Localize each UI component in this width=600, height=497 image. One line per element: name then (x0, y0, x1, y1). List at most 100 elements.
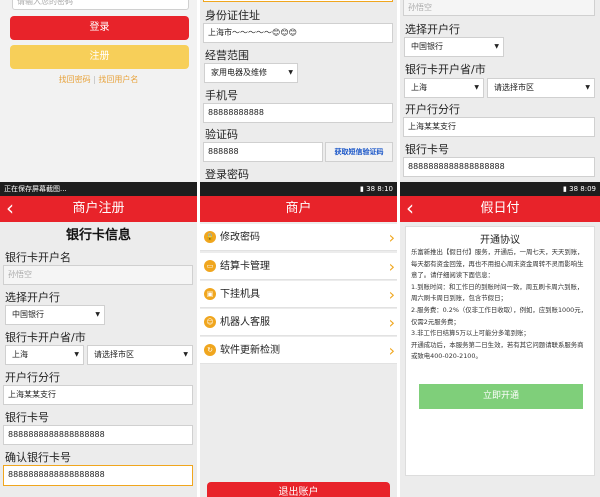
agreement-body: 乐富新推出【假日付】服务，开通后，一周七天，天天到账，每天都有资金回笼，再也不用… (411, 247, 589, 363)
clock: 8:09 (580, 185, 596, 193)
city-select-value: 请选择市区 (94, 350, 134, 359)
card-input[interactable]: 8888888888888888888 (403, 157, 595, 177)
chevron-right-icon: › (388, 285, 395, 304)
password-input[interactable]: 请输入您的密码 (12, 0, 189, 10)
menu-item-label: 机器人客服 (220, 317, 270, 328)
chevron-right-icon: › (388, 257, 395, 276)
back-arrow-icon[interactable]: ‹ (6, 196, 14, 220)
card-label: 银行卡号 (5, 411, 49, 424)
divider (197, 0, 200, 497)
scope-select[interactable]: 家用电器及维修 ▼ (204, 63, 298, 83)
province-label: 银行卡开户省/市 (5, 331, 86, 344)
status-bar: 正在保存屏幕截图... (0, 182, 197, 196)
agreement-item-1: 1.到账时间：和工作日的到账时间一致，周五刷卡周六到账，周六刷卡周日到账，包含节… (411, 282, 584, 303)
menu-item-label: 修改密码 (220, 232, 260, 243)
register-form-panel: 身份证住址 上海市～～～～～😊😊😊 经营范围 家用电器及维修 ▼ 手机号 8888… (200, 0, 397, 182)
card-holder-input[interactable]: 孙悟空 (3, 265, 193, 285)
branch-input[interactable]: 上海某某支行 (3, 385, 193, 405)
card-input[interactable]: 8888888888888888888 (3, 425, 193, 445)
branch-label: 开户行分行 (5, 371, 60, 384)
menu-item-update-check[interactable]: ↻ 软件更新检测 › (200, 337, 397, 364)
get-code-button[interactable]: 获取短信验证码 (325, 142, 393, 162)
agreement-note: 开通成功后，本服务第二日生效，若有其它问题请联系服务商或致电400-020-21… (411, 340, 584, 361)
bank-select-value: 中国银行 (12, 310, 44, 319)
scope-label: 经营范围 (205, 49, 249, 62)
chevron-down-icon: ▼ (585, 84, 590, 91)
code-label: 验证码 (205, 128, 238, 141)
bank-label: 选择开户行 (5, 291, 60, 304)
header-bar: 商户 (200, 196, 397, 222)
menu-item-devices[interactable]: ▣ 下挂机具 › (200, 281, 397, 308)
province-select[interactable]: 上海 ▼ (5, 345, 84, 365)
agreement-intro: 乐富新推出【假日付】服务，开通后，一周七天，天天到账，每天都有资金回笼，再也不用… (411, 248, 584, 280)
status-right: ▮ 38 8:10 (360, 185, 393, 193)
agreement-title: 开通协议 (480, 235, 520, 246)
bank-select-value: 中国银行 (411, 42, 443, 51)
menu-item-label: 结算卡管理 (220, 261, 270, 272)
branch-label: 开户行分行 (405, 103, 460, 116)
menu-item-settlement-card[interactable]: ▭ 结算卡管理 › (200, 253, 397, 280)
page-title: 商户注册 (72, 201, 125, 216)
scope-select-value: 家用电器及维修 (211, 68, 267, 77)
divider (397, 0, 400, 497)
province-label: 银行卡开户省/市 (405, 63, 486, 76)
clock: 8:10 (377, 185, 393, 193)
chevron-right-icon: › (388, 228, 395, 247)
province-select[interactable]: 上海 ▼ (404, 78, 484, 98)
focused-field-edge (203, 0, 393, 2)
robot-icon: ☺ (204, 316, 216, 328)
chevron-down-icon: ▼ (95, 311, 100, 318)
card-holder-label: 银行卡开户名 (5, 251, 71, 264)
header-bar: ‹ 假日付 (400, 196, 600, 222)
merchant-register-screen: 正在保存屏幕截图... ‹ 商户注册 银行卡信息 银行卡开户名 孙悟空 选择开户… (0, 182, 197, 497)
battery-level: 38 (366, 185, 376, 193)
chevron-down-icon: ▼ (494, 43, 499, 50)
find-username-link[interactable]: 找回用户名 (98, 75, 138, 84)
menu-item-label: 下挂机具 (220, 289, 260, 300)
status-bar: ▮ 38 8:10 (200, 182, 397, 196)
find-password-link[interactable]: 找回密码 (59, 75, 91, 84)
bank-select[interactable]: 中国银行 ▼ (5, 305, 105, 325)
holiday-pay-screen: ▮ 38 8:09 ‹ 假日付 开通协议 乐富新推出【假日付】服务，开通后，一周… (400, 182, 600, 497)
branch-input[interactable]: 上海某某支行 (403, 117, 595, 137)
agreement-card: 开通协议 乐富新推出【假日付】服务，开通后，一周七天，天天到账，每天都有资金回笼… (405, 226, 595, 476)
register-button[interactable]: 注册 (10, 45, 189, 69)
confirm-card-input[interactable]: 8888888888888888888 (3, 465, 193, 486)
chevron-down-icon: ▼ (474, 84, 479, 91)
logout-button[interactable]: 退出账户 (207, 482, 390, 497)
back-arrow-icon[interactable]: ‹ (406, 196, 414, 220)
phone-input[interactable]: 88888888888 (203, 103, 393, 123)
login-button[interactable]: 登录 (10, 16, 189, 40)
merchant-menu-screen: ▮ 38 8:10 商户 🔒 修改密码 › ▭ 结算卡管理 › ▣ 下挂机具 ›… (200, 182, 397, 497)
open-now-button[interactable]: 立即开通 (419, 384, 583, 409)
login-password-label: 登录密码 (205, 168, 249, 181)
chevron-right-icon: › (388, 341, 395, 360)
page-title: 商户 (285, 201, 312, 216)
device-icon: ▣ (204, 288, 216, 300)
menu-item-robot-service[interactable]: ☺ 机器人客服 › (200, 309, 397, 336)
card-label: 银行卡号 (405, 143, 449, 156)
account-recovery-links: 找回密码 | 找回用户名 (0, 74, 197, 85)
city-select[interactable]: 请选择市区 ▼ (87, 345, 193, 365)
id-address-input[interactable]: 上海市～～～～～😊😊😊 (203, 23, 393, 43)
bank-select[interactable]: 中国银行 ▼ (404, 37, 504, 57)
card-holder-input[interactable]: 孙悟空 (403, 0, 595, 16)
city-select[interactable]: 请选择市区 ▼ (487, 78, 595, 98)
code-input[interactable]: 888888 (203, 142, 323, 162)
agreement-item-2: 2.服务费：0.2%（仅非工作日收取），例如，应到账1000元，仅需2元服务费； (411, 305, 587, 326)
update-icon: ↻ (204, 344, 216, 356)
login-panel: 请输入您的密码 登录 注册 找回密码 | 找回用户名 (0, 0, 197, 182)
phone-label: 手机号 (205, 89, 238, 102)
bank-label: 选择开户行 (405, 23, 460, 36)
id-address-label: 身份证住址 (205, 9, 260, 22)
menu-item-change-password[interactable]: 🔒 修改密码 › (200, 224, 397, 251)
lock-icon: 🔒 (204, 231, 216, 243)
section-title: 银行卡信息 (65, 228, 131, 243)
battery-level: 38 (569, 185, 579, 193)
header-bar: ‹ 商户注册 (0, 196, 197, 222)
chevron-down-icon: ▼ (74, 351, 79, 358)
city-select-value: 请选择市区 (494, 83, 534, 92)
chevron-down-icon: ▼ (183, 351, 188, 358)
bank-info-panel: 孙悟空 选择开户行 中国银行 ▼ 银行卡开户省/市 上海 ▼ 请选择市区 ▼ 开户行分… (400, 0, 600, 182)
province-select-value: 上海 (411, 83, 427, 92)
